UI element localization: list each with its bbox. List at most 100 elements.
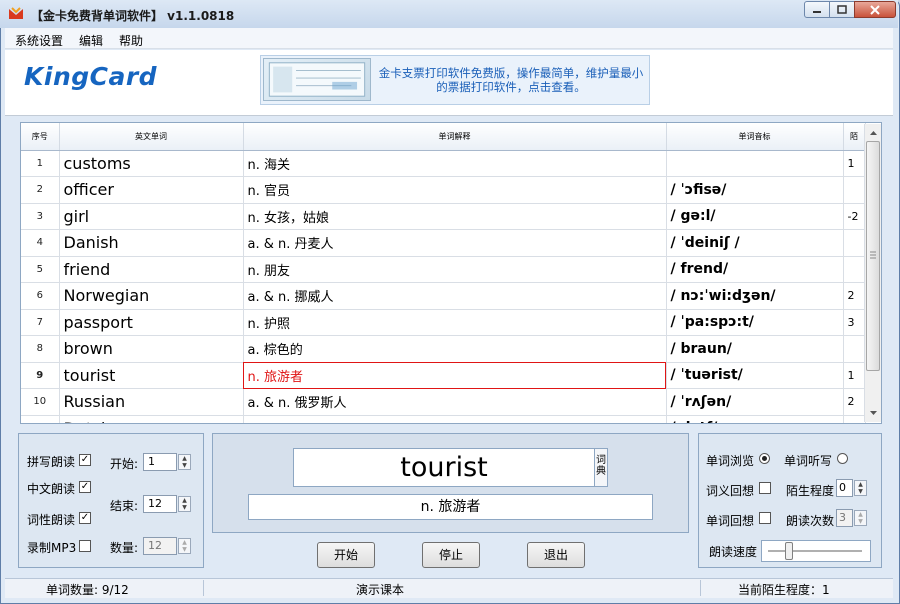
row-phonetic[interactable]: / ˈdeiniʃ / xyxy=(666,229,844,257)
exit-button[interactable]: 退出 xyxy=(527,542,585,568)
table-row[interactable]: 10 Russian a. & n. 俄罗斯人 / ˈrʌʃən/2 xyxy=(21,388,866,416)
row-word[interactable]: officer xyxy=(59,176,244,204)
table-row[interactable]: 1 customs n. 海关 1 xyxy=(21,150,866,177)
menu-system-settings[interactable]: 系统设置 xyxy=(15,32,63,49)
stop-button[interactable]: 停止 xyxy=(422,542,480,568)
col-header-phonetic[interactable]: 单词音标 xyxy=(666,123,844,151)
scroll-down-icon[interactable] xyxy=(866,406,881,420)
table-row[interactable]: 8 brown a. 棕色的 / braun/ xyxy=(21,335,866,363)
row-unfamiliar[interactable]: 1 xyxy=(843,150,866,177)
table-row[interactable]: 9 tourist n. 旅游者 / ˈtuərist/1 xyxy=(21,362,866,389)
row-phonetic[interactable] xyxy=(666,150,844,177)
spell-read-checkbox[interactable]: ✓ xyxy=(79,454,91,466)
row-word[interactable]: brown xyxy=(59,335,244,363)
row-phonetic[interactable]: / frend/ xyxy=(666,256,844,283)
row-unfamiliar[interactable]: 2 xyxy=(843,282,866,310)
row-meaning[interactable]: a. 棕色的 xyxy=(243,335,667,363)
row-number[interactable]: 3 xyxy=(21,203,60,230)
meaning-recall-checkbox[interactable] xyxy=(759,482,771,494)
row-meaning[interactable]: a. & n. 荷兰人 xyxy=(243,415,667,423)
row-word[interactable]: Danish xyxy=(59,229,244,257)
start-input[interactable]: 1 xyxy=(143,453,177,471)
row-unfamiliar[interactable]: 1 xyxy=(843,362,866,389)
row-phonetic[interactable]: / nɔ:ˈwi:dʒən/ xyxy=(666,282,844,310)
row-word[interactable]: Norwegian xyxy=(59,282,244,310)
unfamiliar-level-stepper[interactable]: ▲ ▼ xyxy=(854,480,867,496)
table-row[interactable]: 5 friend n. 朋友 / frend/ xyxy=(21,256,866,283)
browse-mode-radio[interactable] xyxy=(759,453,770,464)
row-number[interactable]: 7 xyxy=(21,309,60,336)
row-number[interactable]: 1 xyxy=(21,150,60,177)
chinese-read-checkbox[interactable]: ✓ xyxy=(79,481,91,493)
row-unfamiliar[interactable] xyxy=(843,415,866,423)
row-phonetic[interactable]: / dʌtʃ/ xyxy=(666,415,844,423)
unfamiliar-level-input[interactable]: 0 xyxy=(836,479,853,497)
row-number[interactable]: 9 xyxy=(21,362,60,389)
scrollbar-thumb[interactable] xyxy=(866,141,880,371)
table-row[interactable]: 7 passport n. 护照 / ˈpa:spɔ:t/3 xyxy=(21,309,866,336)
table-row[interactable]: 11Dutcha. & n. 荷兰人/ dʌtʃ/ xyxy=(21,415,866,423)
end-input[interactable]: 12 xyxy=(143,495,177,513)
row-number[interactable]: 2 xyxy=(21,176,60,204)
row-meaning[interactable]: n. 海关 xyxy=(243,150,667,177)
row-phonetic[interactable]: / braun/ xyxy=(666,335,844,363)
row-unfamiliar[interactable] xyxy=(843,335,866,363)
row-word[interactable]: customs xyxy=(59,150,244,177)
row-word[interactable]: friend xyxy=(59,256,244,283)
row-meaning[interactable]: n. 官员 xyxy=(243,176,667,204)
row-phonetic[interactable]: / gə:l/ xyxy=(666,203,844,230)
row-meaning[interactable]: a. & n. 挪威人 xyxy=(243,282,667,310)
row-phonetic[interactable]: / ˈɔfisə/ xyxy=(666,176,844,204)
row-meaning[interactable]: a. & n. 丹麦人 xyxy=(243,229,667,257)
row-word[interactable]: girl xyxy=(59,203,244,230)
row-meaning[interactable]: n. 护照 xyxy=(243,309,667,336)
row-number[interactable]: 4 xyxy=(21,229,60,257)
start-button[interactable]: 开始 xyxy=(317,542,375,568)
ad-text[interactable]: 金卡支票打印软件免费版，操作最简单，维护量最小的票据打印软件，点击查看。 xyxy=(374,66,648,94)
row-word[interactable]: Dutch xyxy=(59,415,244,423)
row-unfamiliar[interactable]: -2 xyxy=(843,203,866,230)
row-number[interactable]: 5 xyxy=(21,256,60,283)
table-row[interactable]: 3 girl n. 女孩，姑娘 / gə:l/-2 xyxy=(21,203,866,230)
dictation-mode-radio[interactable] xyxy=(837,453,848,464)
start-stepper[interactable]: ▲ ▼ xyxy=(178,454,191,470)
row-unfamiliar[interactable] xyxy=(843,176,866,204)
menu-edit[interactable]: 编辑 xyxy=(79,32,103,49)
row-number[interactable]: 10 xyxy=(21,388,60,416)
scroll-up-icon[interactable] xyxy=(866,126,881,140)
row-phonetic[interactable]: / ˈrʌʃən/ xyxy=(666,388,844,416)
word-recall-checkbox[interactable] xyxy=(759,512,771,524)
row-phonetic[interactable]: / ˈpa:spɔ:t/ xyxy=(666,309,844,336)
row-meaning[interactable]: n. 女孩，姑娘 xyxy=(243,203,667,230)
minimize-button[interactable] xyxy=(804,1,830,18)
row-meaning[interactable]: n. 旅游者 xyxy=(243,362,667,389)
read-speed-thumb[interactable] xyxy=(785,542,794,560)
row-unfamiliar[interactable] xyxy=(843,256,866,283)
row-word[interactable]: tourist xyxy=(59,362,244,389)
row-phonetic[interactable]: / ˈtuərist/ xyxy=(666,362,844,389)
col-header-word[interactable]: 英文单词 xyxy=(59,123,244,151)
row-unfamiliar[interactable]: 2 xyxy=(843,388,866,416)
row-unfamiliar[interactable] xyxy=(843,229,866,257)
row-unfamiliar[interactable]: 3 xyxy=(843,309,866,336)
end-stepper[interactable]: ▲ ▼ xyxy=(178,496,191,512)
row-word[interactable]: Russian xyxy=(59,388,244,416)
row-meaning[interactable]: a. & n. 俄罗斯人 xyxy=(243,388,667,416)
menu-help[interactable]: 帮助 xyxy=(119,32,143,49)
row-number[interactable]: 8 xyxy=(21,335,60,363)
pos-read-checkbox[interactable]: ✓ xyxy=(79,512,91,524)
row-number[interactable]: 11 xyxy=(21,415,60,423)
record-mp3-checkbox[interactable] xyxy=(79,540,91,552)
dictionary-button[interactable]: 词典 xyxy=(594,448,608,487)
maximize-button[interactable] xyxy=(829,1,855,18)
row-word[interactable]: passport xyxy=(59,309,244,336)
table-row[interactable]: 4 Danish a. & n. 丹麦人 / ˈdeiniʃ / xyxy=(21,229,866,257)
table-row[interactable]: 6 Norwegian a. & n. 挪威人 / nɔ:ˈwi:dʒən/2 xyxy=(21,282,866,310)
col-header-unfamiliar[interactable]: 陌 xyxy=(843,123,866,151)
row-meaning[interactable]: n. 朋友 xyxy=(243,256,667,283)
col-header-no[interactable]: 序号 xyxy=(21,123,60,151)
close-button[interactable] xyxy=(854,1,896,18)
col-header-meaning[interactable]: 单词解释 xyxy=(243,123,667,151)
row-number[interactable]: 6 xyxy=(21,282,60,310)
table-row[interactable]: 2 officer n. 官员 / ˈɔfisə/ xyxy=(21,176,866,204)
